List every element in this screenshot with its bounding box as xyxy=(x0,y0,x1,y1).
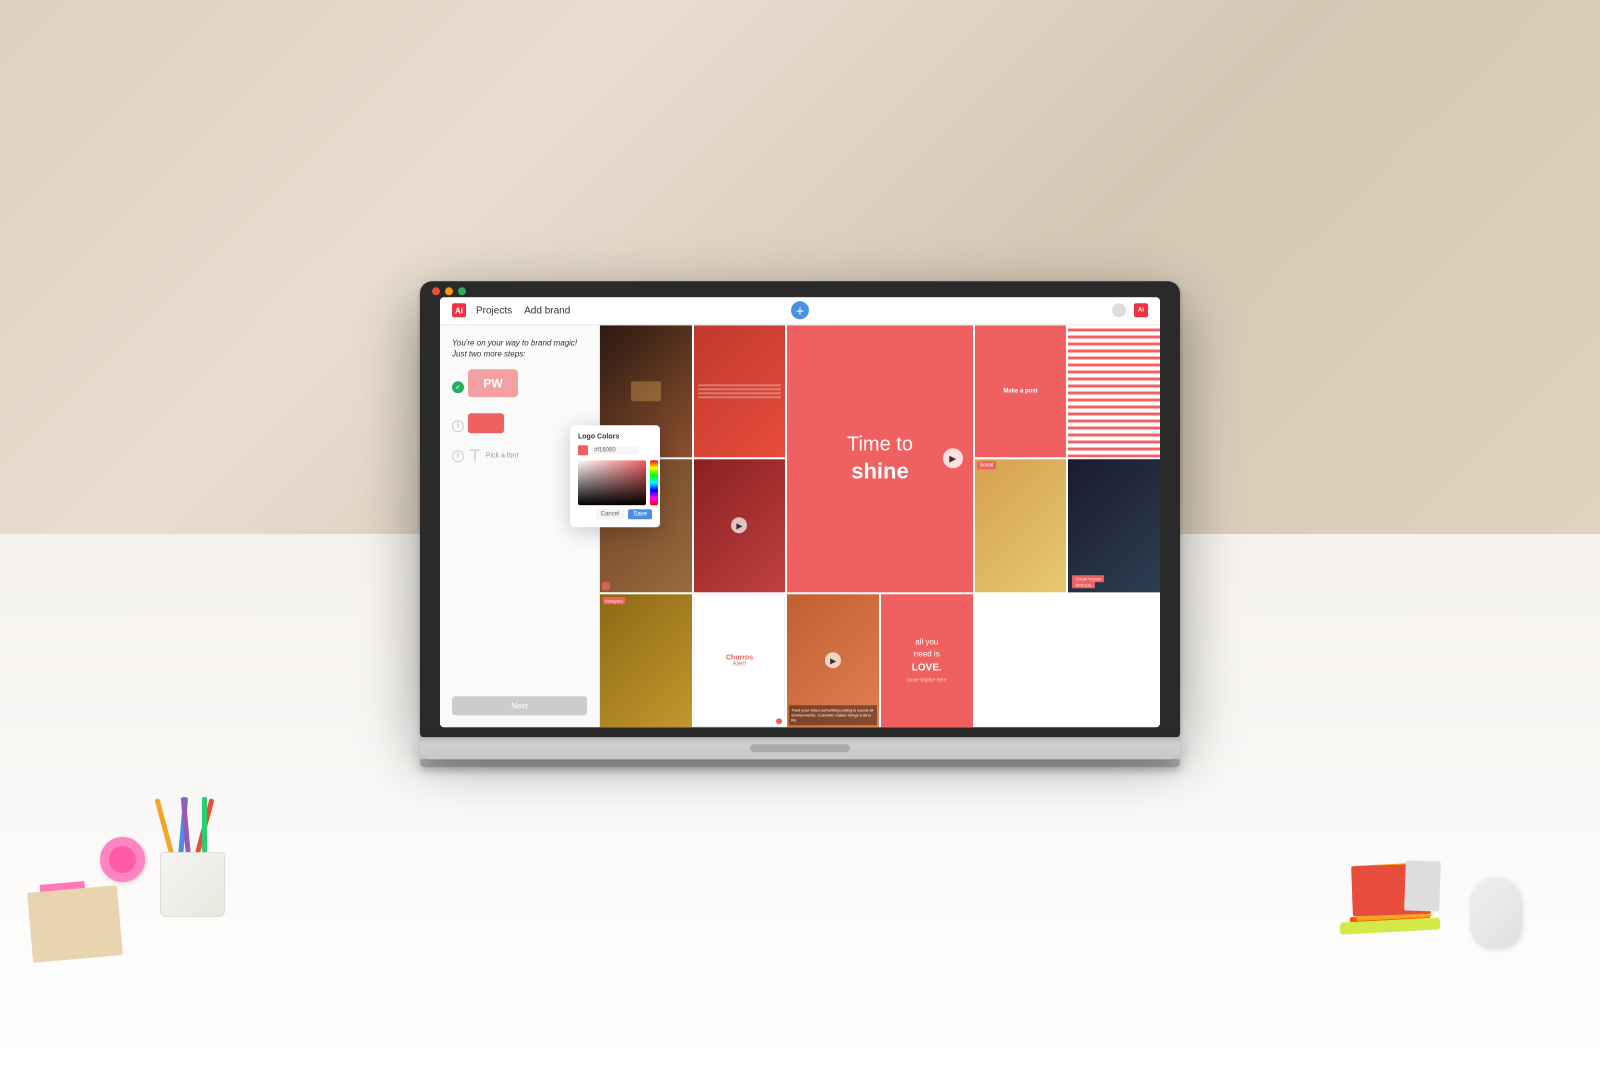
gallery-item-6[interactable]: ▶ xyxy=(694,459,786,592)
traffic-lights xyxy=(432,287,466,295)
gallery-featured[interactable]: Time to shine ▶ xyxy=(787,325,972,592)
step-1-check: ✓ xyxy=(452,381,464,393)
maximize-button[interactable] xyxy=(458,287,466,295)
topbar-nav: Projects Add brand xyxy=(476,305,570,316)
play-circle-2: ▶ xyxy=(825,652,841,668)
love-text: all you need is LOVE. some tagline here xyxy=(907,636,947,685)
mouse-area xyxy=(1470,877,1520,947)
gallery-item-churros[interactable]: Churros Alert! xyxy=(694,594,786,727)
color-picker-popup: Logo Colors #f16060 Cancel xyxy=(570,425,660,527)
step-2-row: i xyxy=(452,413,587,439)
tape-roll xyxy=(100,837,145,882)
next-button[interactable]: Next xyxy=(452,696,587,715)
step-2-circle: i xyxy=(452,420,464,432)
topbar-right: Ai xyxy=(1112,303,1148,317)
color-input-row: #f16060 xyxy=(578,445,652,455)
gradient-area[interactable] xyxy=(578,460,646,505)
gallery-item-love[interactable]: all you need is LOVE. some tagline here xyxy=(881,594,973,727)
font-section: i T Pick a font xyxy=(452,447,587,465)
hue-bar[interactable] xyxy=(650,460,658,505)
laptop-keyboard-area xyxy=(420,737,1180,759)
font-icon: T xyxy=(470,447,480,465)
user-avatar[interactable] xyxy=(1112,303,1126,317)
gallery-grid: Time to shine ▶ Make a post xyxy=(600,325,1160,727)
gallery-item-8[interactable]: Instagram xyxy=(600,594,692,727)
pencil-5 xyxy=(202,797,207,857)
gallery-item-3[interactable]: Make a post xyxy=(975,325,1067,458)
pencil-cup xyxy=(160,852,225,917)
font-label: Pick a font xyxy=(486,453,519,460)
topbar: Ai Projects Add brand + Ai xyxy=(440,297,1160,325)
hex-input[interactable]: #f16060 xyxy=(591,446,639,454)
books-area xyxy=(1350,847,1440,927)
laptop: Ai Projects Add brand + Ai xyxy=(420,281,1180,767)
laptop-screen-bezel: Ai Projects Add brand + Ai xyxy=(420,281,1180,737)
main-content: You're on your way to brand magic! Just … xyxy=(440,325,1160,727)
nav-add-brand[interactable]: Add brand xyxy=(524,305,570,316)
gallery-item-city[interactable]: SPECIAL YOUR TODAY xyxy=(1068,459,1160,592)
close-button[interactable] xyxy=(432,287,440,295)
picker-cancel-button[interactable]: Cancel xyxy=(596,509,625,519)
featured-text: Time to shine xyxy=(847,431,913,486)
color-swatch-mini xyxy=(578,445,588,455)
color-swatch[interactable] xyxy=(468,413,504,433)
picker-buttons: Cancel Save xyxy=(578,509,652,519)
computer-mouse xyxy=(1470,877,1520,947)
gallery-item-4[interactable] xyxy=(1068,325,1160,458)
laptop-touchpad[interactable] xyxy=(750,744,850,752)
add-button[interactable]: + xyxy=(791,301,809,319)
topbar-center: + xyxy=(791,301,809,319)
color-picker-title: Logo Colors xyxy=(578,433,652,440)
app-ui: Ai Projects Add brand + Ai xyxy=(440,297,1160,727)
step-3-circle: i xyxy=(452,450,464,462)
pencil-cup-area xyxy=(160,787,230,917)
minimize-button[interactable] xyxy=(445,287,453,295)
gallery-item-2[interactable] xyxy=(694,325,786,458)
gallery-item-7[interactable]: Social xyxy=(975,459,1067,592)
color-gradient[interactable] xyxy=(578,460,646,505)
play-circle-1: ▶ xyxy=(731,518,747,534)
tape-roll-area xyxy=(100,837,145,882)
play-button[interactable]: ▶ xyxy=(943,448,963,468)
notebook xyxy=(30,889,120,959)
video-overlay-1[interactable]: ▶ xyxy=(694,459,786,592)
app-logo: Ai xyxy=(452,303,466,317)
screen-content: Ai Projects Add brand + Ai xyxy=(440,297,1160,727)
laptop-base xyxy=(420,759,1180,767)
nav-projects[interactable]: Projects xyxy=(476,305,512,316)
brand-prompt: You're on your way to brand magic! Just … xyxy=(452,337,587,359)
logo-preview: PW xyxy=(468,369,518,397)
notebook-body xyxy=(27,885,123,963)
picker-save-button[interactable]: Save xyxy=(628,509,652,519)
step-1-row: ✓ PW xyxy=(452,369,587,405)
gallery-item-9[interactable]: ▶ Trust your video something pulling is … xyxy=(787,594,879,727)
left-panel: You're on your way to brand magic! Just … xyxy=(440,325,600,727)
adobe-logo: Ai xyxy=(1134,303,1148,317)
